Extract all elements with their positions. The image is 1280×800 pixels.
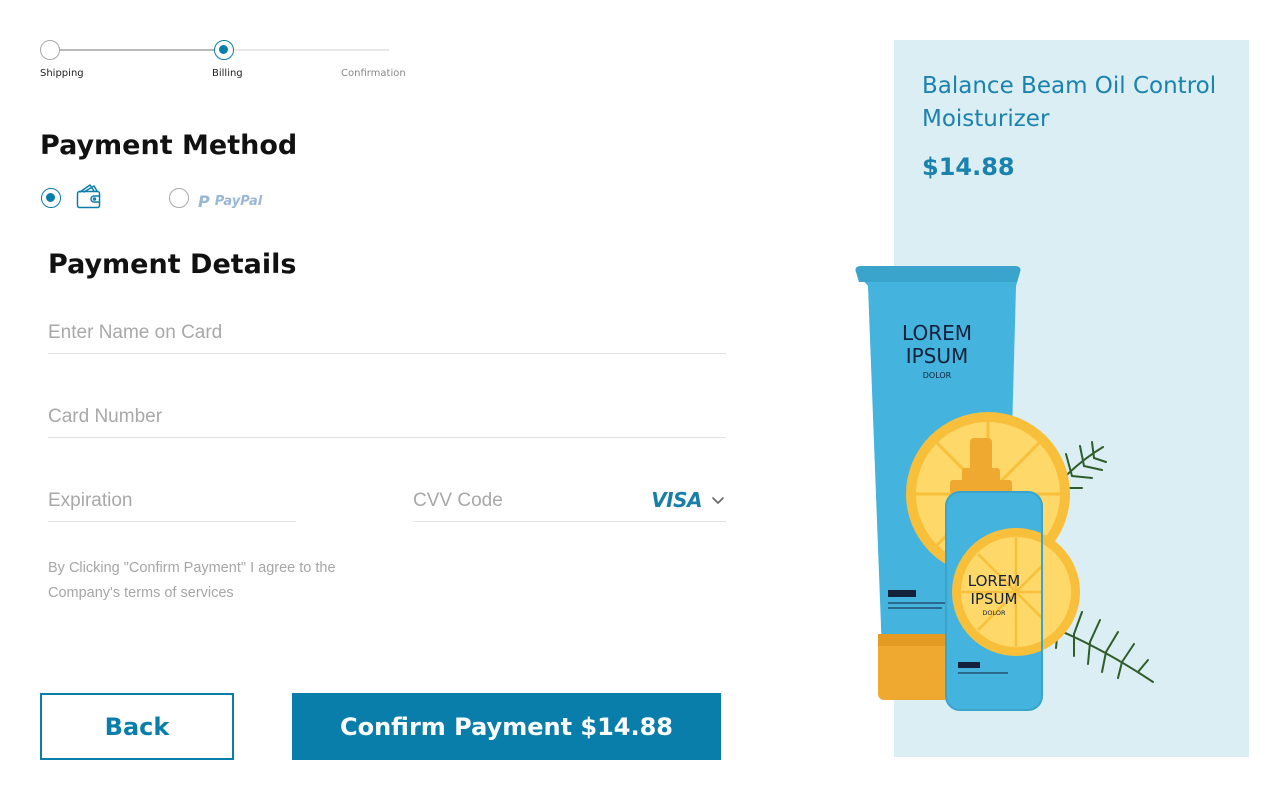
card-number-field (48, 402, 726, 438)
cvv-input[interactable] (413, 486, 633, 516)
paypal-label: PayPal (214, 193, 263, 209)
step-confirmation-label: Confirmation (341, 68, 406, 79)
product-price: $14.88 (922, 153, 1015, 181)
terms-text: By Clicking "Confirm Payment" I agree to… (48, 560, 336, 601)
tube-label-line-1: LOREM (902, 321, 972, 345)
expiration-input[interactable] (48, 486, 296, 516)
stepper-line-pending (234, 49, 389, 51)
visa-card-brand[interactable]: VISA (651, 488, 702, 512)
wallet-icon[interactable] (75, 182, 103, 210)
name-on-card-field (48, 318, 726, 354)
paypal-p-icon: P (198, 191, 210, 211)
bottle-label-line-1: LOREM (968, 572, 1020, 590)
checkout-stepper: Shipping Billing Confirmation (40, 40, 420, 90)
product-image: LOREM IPSUM DOLOR LOREM IPSUM DOLOR (855, 266, 1154, 711)
tube-label-line-2: IPSUM (906, 344, 969, 368)
step-shipping-label: Shipping (40, 68, 84, 79)
paypal-logo[interactable]: P PayPal (198, 191, 262, 211)
bottle-label-line-3: DOLOR (982, 609, 1006, 617)
expiration-field (48, 486, 296, 522)
product-name: Balance Beam Oil Control Moisturizer (922, 73, 1217, 132)
step-billing-label: Billing (212, 68, 243, 79)
cvv-field: VISA (413, 486, 726, 522)
step-shipping-dot[interactable] (40, 40, 60, 60)
stepper-line-completed (50, 49, 225, 51)
confirm-payment-button[interactable]: Confirm Payment $14.88 (292, 693, 721, 760)
name-on-card-input[interactable] (48, 318, 726, 348)
step-billing-dot[interactable] (214, 40, 234, 60)
payment-method-title: Payment Method (40, 130, 298, 161)
tube-label-line-3: DOLOR (923, 371, 952, 380)
payment-option-card-radio[interactable] (41, 188, 61, 208)
bottle-label-line-2: IPSUM (971, 590, 1018, 608)
card-number-input[interactable] (48, 402, 726, 432)
payment-details-title: Payment Details (48, 249, 297, 280)
payment-option-paypal-radio[interactable] (169, 188, 189, 208)
back-button[interactable]: Back (40, 693, 234, 760)
chevron-down-icon[interactable] (710, 492, 726, 508)
